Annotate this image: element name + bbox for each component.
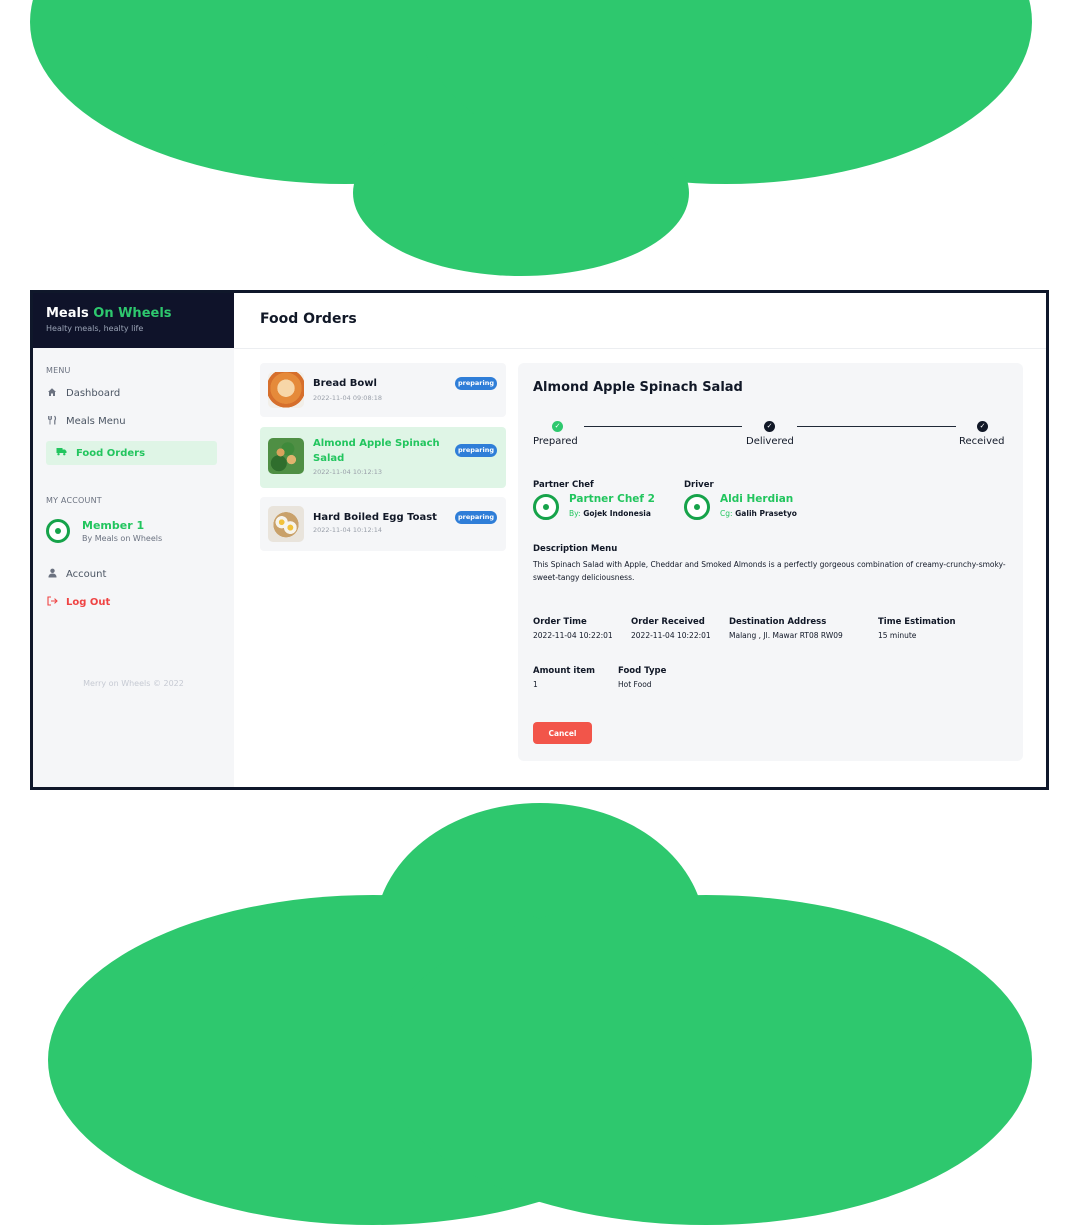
home-icon — [46, 387, 58, 400]
driver-name[interactable]: Aldi Herdian — [720, 493, 793, 505]
fork-knife-icon — [46, 415, 58, 428]
brand-accent: On Wheels — [93, 306, 172, 321]
driver-avatar — [684, 494, 710, 520]
cg-label: Cg: — [720, 509, 733, 518]
partner-chef-label: Partner Chef — [533, 480, 594, 490]
order-time: 2022-11-04 09:08:18 — [313, 394, 383, 402]
brand-name: Meals — [46, 306, 89, 321]
step-label-received: Received — [959, 436, 1005, 447]
food-type-label: Food Type — [618, 666, 667, 676]
bread-bowl-image — [268, 372, 304, 408]
status-badge: preparing — [455, 377, 497, 390]
order-item-hard-boiled-egg-toast[interactable]: Hard Boiled Egg Toast 2022-11-04 10:12:1… — [260, 497, 506, 551]
status-badge: preparing — [455, 444, 497, 457]
check-icon: ✓ — [977, 421, 988, 432]
destination-value: Malang , Jl. Mawar RT08 RW09 — [729, 631, 843, 640]
sidebar-item-meals-menu[interactable]: Meals Menu — [46, 415, 126, 428]
sidebar-item-label: Food Orders — [76, 447, 146, 459]
status-badge: preparing — [455, 511, 497, 524]
user-icon — [46, 568, 58, 581]
by-label: By: — [569, 509, 581, 518]
account-section-label: MY ACCOUNT — [46, 496, 102, 505]
destination-label: Destination Address — [729, 617, 827, 627]
cancel-button[interactable]: Cancel — [533, 722, 592, 744]
page-header: Food Orders — [234, 293, 1046, 349]
order-time-label: Order Time — [533, 617, 587, 627]
food-type-value: Hot Food — [618, 680, 652, 689]
description-text: This Spinach Salad with Apple, Cheddar a… — [533, 560, 1006, 582]
member-card[interactable]: Member 1 By Meals on Wheels — [46, 519, 162, 543]
bottom-blob-right — [380, 895, 1032, 1225]
progress-line — [797, 426, 956, 427]
amount-label: Amount item — [533, 666, 595, 676]
progress-line — [584, 426, 742, 427]
sidebar-item-label: Dashboard — [66, 388, 121, 399]
avatar — [46, 519, 70, 543]
order-item-bread-bowl[interactable]: Bread Bowl 2022-11-04 09:08:18 preparing — [260, 363, 506, 417]
logout-button[interactable]: Log Out — [46, 596, 110, 609]
cg-value: Galih Prasetyo — [735, 509, 797, 518]
amount-value: 1 — [533, 680, 538, 689]
order-title-line2: Salad — [313, 453, 345, 464]
sidebar: Meals On Wheels Healty meals, healty lif… — [33, 293, 234, 787]
brand-title: Meals On Wheels — [46, 306, 234, 321]
top-blob-center — [353, 110, 689, 276]
delivery-truck-icon — [56, 447, 68, 459]
order-time: 2022-11-04 10:12:14 — [313, 526, 383, 534]
driver-coordinator: Cg: Galih Prasetyo — [720, 509, 797, 518]
by-value: Gojek Indonesia — [583, 509, 651, 518]
page-title: Food Orders — [260, 311, 357, 327]
driver-label: Driver — [684, 480, 714, 490]
sidebar-item-account[interactable]: Account — [46, 568, 106, 581]
sidebar-item-dashboard[interactable]: Dashboard — [46, 387, 120, 400]
logout-label: Log Out — [66, 597, 111, 608]
brand-tagline: Healty meals, healty life — [46, 324, 144, 333]
salad-image — [268, 438, 304, 474]
order-received-value: 2022-11-04 10:22:01 — [631, 631, 711, 640]
step-label-prepared: Prepared — [533, 436, 578, 447]
sidebar-item-label: Meals Menu — [66, 416, 126, 427]
order-time-value: 2022-11-04 10:22:01 — [533, 631, 613, 640]
detail-title: Almond Apple Spinach Salad — [533, 380, 743, 395]
sidebar-item-food-orders[interactable]: Food Orders — [46, 441, 217, 465]
egg-toast-image — [268, 506, 304, 542]
partner-chef-company: By: Gojek Indonesia — [569, 509, 651, 518]
member-subtitle: By Meals on Wheels — [82, 534, 163, 543]
order-received-label: Order Received — [631, 617, 705, 627]
time-estimation-value: 15 minute — [878, 631, 917, 640]
order-detail-card: Almond Apple Spinach Salad ✓ ✓ ✓ Prepare… — [518, 363, 1023, 761]
brand[interactable]: Meals On Wheels Healty meals, healty lif… — [33, 293, 234, 348]
order-title: Almond Apple Spinach — [313, 438, 440, 449]
member-name: Member 1 — [82, 519, 145, 532]
menu-section-label: MENU — [46, 366, 71, 375]
logout-icon — [46, 596, 58, 609]
step-label-delivered: Delivered — [746, 436, 794, 447]
sidebar-item-label: Account — [66, 569, 107, 580]
time-estimation-label: Time Estimation — [878, 617, 956, 627]
check-icon: ✓ — [552, 421, 563, 432]
sidebar-footer: Merry on Wheels © 2022 — [83, 679, 184, 688]
partner-chef-name[interactable]: Partner Chef 2 — [569, 493, 655, 505]
description-label: Description Menu — [533, 544, 618, 554]
order-title: Hard Boiled Egg Toast — [313, 512, 437, 523]
chef-avatar — [533, 494, 559, 520]
order-item-almond-apple-spinach-salad[interactable]: Almond Apple Spinach Salad 2022-11-04 10… — [260, 427, 506, 488]
order-time: 2022-11-04 10:12:13 — [313, 468, 383, 476]
order-title: Bread Bowl — [313, 378, 377, 389]
check-icon: ✓ — [764, 421, 775, 432]
app-window: Meals On Wheels Healty meals, healty lif… — [30, 290, 1049, 790]
